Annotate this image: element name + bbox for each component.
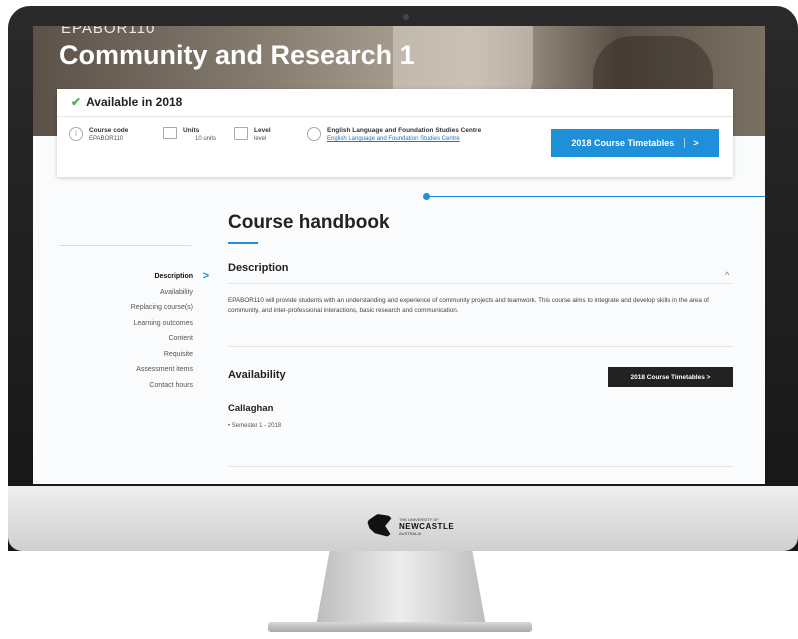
handbook-title: Course handbook xyxy=(228,212,390,233)
sidebar-item-label: Replacing course(s) xyxy=(130,304,193,311)
faculty-label: English Language and Foundation Studies … xyxy=(327,127,482,134)
sidebar-item-learning-outcomes[interactable]: Learning outcomes xyxy=(93,316,211,332)
divider xyxy=(59,245,191,246)
logo-name: NEWCASTLE xyxy=(399,521,455,531)
semester-item: • Semester 1 - 2018 xyxy=(228,423,282,429)
sidebar-item-requisite[interactable]: Requisite xyxy=(93,347,211,363)
sidebar-item-replacing-courses[interactable]: Replacing course(s) xyxy=(93,300,211,316)
sidebar-item-description[interactable]: Description > xyxy=(93,269,211,285)
level-info: Level level xyxy=(234,127,271,144)
availability-card: ✔ Available in 2018 i Course code EPABOR… xyxy=(57,89,733,177)
course-code-value: EPABOR110 xyxy=(89,136,124,142)
monitor-stand xyxy=(316,551,486,626)
sidebar-item-assessment-items[interactable]: Assessment items xyxy=(93,362,211,378)
description-text: EPABOR110 will provide students with an … xyxy=(228,297,709,314)
page-title: Community and Research 1 xyxy=(59,40,415,70)
divider xyxy=(57,116,733,117)
sidebar-item-label: Learning outcomes xyxy=(133,319,193,327)
units-value: 10 units xyxy=(195,136,217,142)
sidebar-item-contact-hours[interactable]: Contact hours xyxy=(93,378,211,394)
camera-icon xyxy=(403,14,409,20)
newcastle-logo-icon xyxy=(367,514,393,538)
course-code-label: Course code xyxy=(89,127,129,134)
sidebar-item-label: Availability xyxy=(160,288,193,296)
info-icon: i xyxy=(69,127,83,141)
faculty-info: English Language and Foundation Studies … xyxy=(307,127,517,144)
organisation-icon xyxy=(307,127,321,141)
units-grid-icon xyxy=(163,127,177,139)
check-icon: ✔ xyxy=(71,95,82,109)
sidebar-nav: Description > Availability Replacing cou… xyxy=(93,269,211,393)
monitor-base xyxy=(268,622,532,632)
logo-country: AUSTRALIA xyxy=(399,530,422,536)
units-info: Units 10 units xyxy=(163,127,216,144)
availability-timetables-button[interactable]: 2018 Course Timetables > xyxy=(608,367,733,387)
availability-heading-text: Available in 2018 xyxy=(86,95,183,109)
title-underline xyxy=(228,242,258,244)
sidebar-item-label: Assessment items xyxy=(136,366,193,373)
hero-course-code: EPABOR110 xyxy=(61,26,156,37)
availability-section-heading: Availability xyxy=(228,369,286,381)
course-timetables-button[interactable]: 2018 Course Timetables > xyxy=(551,129,719,157)
chevron-right-icon: > xyxy=(684,138,699,148)
annotation-line xyxy=(429,196,765,197)
course-code-info: i Course code EPABOR110 xyxy=(69,127,128,144)
divider xyxy=(228,283,733,284)
sidebar-item-availability[interactable]: Availability xyxy=(93,285,211,301)
faculty-link[interactable]: English Language and Foundation Studies … xyxy=(327,135,517,144)
sidebar-item-label: Description xyxy=(154,273,193,280)
sidebar-item-label: Content xyxy=(168,335,193,342)
university-logo: THE UNIVERSITY OF NEWCASTLE AUSTRALIA xyxy=(367,514,454,538)
sidebar-item-label: Requisite xyxy=(163,350,193,358)
units-label: Units xyxy=(183,127,200,134)
level-label: Level xyxy=(254,127,271,134)
chevron-right-icon: > xyxy=(202,270,209,282)
campus-name: Callaghan xyxy=(228,403,274,414)
sidebar-item-content[interactable]: Content xyxy=(93,331,211,347)
divider xyxy=(228,466,733,467)
availability-heading: ✔ Available in 2018 xyxy=(71,95,182,109)
level-value: level xyxy=(254,136,267,142)
screen: EPABOR110 Community and Research 1 ✔ Ava… xyxy=(33,26,765,484)
level-icon xyxy=(234,127,248,140)
divider xyxy=(228,346,733,347)
course-timetables-label: 2018 Course Timetables xyxy=(571,138,675,148)
collapse-caret-icon[interactable]: ^ xyxy=(725,270,729,280)
sidebar-item-label: Contact hours xyxy=(149,381,193,389)
description-heading[interactable]: Description xyxy=(228,262,289,274)
